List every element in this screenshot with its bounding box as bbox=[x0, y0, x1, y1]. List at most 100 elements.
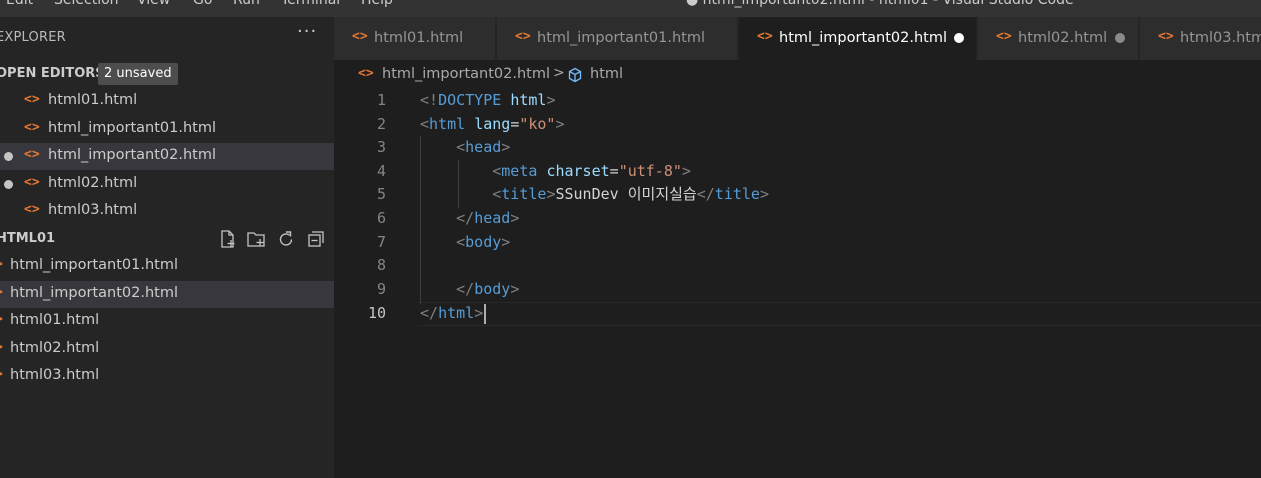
open-editors-header[interactable]: OPEN EDITORS 2 unsaved bbox=[0, 61, 334, 87]
html-file-icon: <> bbox=[996, 29, 1012, 44]
file-tree-label: html01.html bbox=[10, 312, 100, 328]
file-tree-item[interactable]: > html01.html bbox=[0, 308, 334, 335]
code-line: <html lang="ko"> bbox=[420, 115, 565, 133]
collapse-all-icon[interactable] bbox=[306, 229, 326, 249]
html-file-icon: <> bbox=[757, 29, 773, 44]
line-number: 5 bbox=[376, 185, 386, 203]
html-file-icon: <> bbox=[24, 92, 40, 107]
menu-run[interactable]: Run bbox=[233, 0, 260, 8]
menu-selection[interactable]: Selection bbox=[54, 0, 119, 8]
file-tree-label: html02.html bbox=[10, 340, 100, 356]
tab-label: html_important02.html bbox=[779, 30, 948, 46]
html-file-icon: > bbox=[0, 257, 3, 272]
code-line: <head> bbox=[456, 138, 511, 156]
code-line: <meta charset="utf-8"> bbox=[492, 162, 691, 180]
menu-help[interactable]: Help bbox=[361, 0, 393, 8]
tab-html01[interactable]: <> html01.html bbox=[334, 17, 496, 60]
code-line: </head> bbox=[456, 209, 520, 227]
tab-html-important02[interactable]: <> html_important02.html bbox=[739, 17, 977, 60]
menu-bar: Edit Selection View Go Run Terminal Help… bbox=[0, 0, 1261, 17]
breadcrumb: <> html_important02.html > html bbox=[334, 60, 1261, 88]
line-number: 6 bbox=[376, 209, 386, 227]
open-editors-title: OPEN EDITORS bbox=[0, 66, 105, 81]
open-editor-label: html03.html bbox=[48, 202, 138, 218]
tab-html-important01[interactable]: <> html_important01.html bbox=[497, 17, 738, 60]
folder-title: HTML01 bbox=[0, 231, 56, 246]
html-file-icon: <> bbox=[358, 66, 374, 81]
file-tree-label: html_important02.html bbox=[10, 285, 179, 301]
breadcrumb-element[interactable]: html bbox=[590, 66, 623, 82]
code-line: </html> bbox=[420, 301, 487, 325]
menu-terminal[interactable]: Terminal bbox=[281, 0, 340, 8]
unsaved-dot-icon[interactable] bbox=[954, 33, 964, 43]
line-number: 9 bbox=[376, 280, 386, 298]
html-file-icon: > bbox=[0, 340, 3, 355]
code-line: </body> bbox=[456, 280, 520, 298]
open-editor-label: html02.html bbox=[48, 175, 138, 191]
line-number: 2 bbox=[376, 115, 386, 133]
html-file-icon: <> bbox=[24, 175, 40, 190]
folder-header[interactable]: HTML01 bbox=[0, 226, 334, 252]
open-editor-item[interactable]: <> html03.html bbox=[0, 198, 334, 225]
html-file-icon: <> bbox=[24, 147, 40, 162]
unsaved-badge: 2 unsaved bbox=[98, 63, 178, 85]
tab-label: html_important01.html bbox=[537, 30, 706, 46]
html-file-icon: <> bbox=[24, 202, 40, 217]
html-file-icon: > bbox=[0, 367, 3, 382]
menu-edit[interactable]: Edit bbox=[6, 0, 33, 8]
open-editor-item[interactable]: <> html_important02.html bbox=[0, 143, 334, 170]
file-tree-label: html03.html bbox=[10, 367, 100, 383]
current-line-highlight bbox=[418, 302, 1261, 326]
symbol-element-icon bbox=[567, 67, 583, 83]
html-file-icon: <> bbox=[515, 29, 531, 44]
file-tree-item[interactable]: > html03.html bbox=[0, 363, 334, 390]
tab-html02[interactable]: <> html02.html bbox=[978, 17, 1139, 60]
editor-tab-bar: <> html01.html <> html_important01.html … bbox=[334, 17, 1261, 60]
window-title: ● html_important02.html - html01 - Visua… bbox=[686, 0, 1074, 8]
html-file-icon: > bbox=[0, 312, 3, 327]
unsaved-dot-icon[interactable] bbox=[4, 180, 13, 189]
line-number: 7 bbox=[376, 233, 386, 251]
line-number: 3 bbox=[376, 138, 386, 156]
file-tree-item[interactable]: > html_important01.html bbox=[0, 253, 334, 280]
code-line: <title>SSunDev 이미지실습</title> bbox=[492, 185, 769, 203]
open-editor-item[interactable]: <> html01.html bbox=[0, 88, 334, 115]
line-number: 8 bbox=[376, 256, 386, 274]
unsaved-dot-icon[interactable] bbox=[4, 152, 13, 161]
html-file-icon: <> bbox=[352, 29, 368, 44]
line-number: 10 bbox=[367, 304, 386, 322]
file-tree-item[interactable]: > html02.html bbox=[0, 336, 334, 363]
menu-view[interactable]: View bbox=[137, 0, 170, 8]
explorer-sidebar: EXPLORER ··· OPEN EDITORS 2 unsaved <> h… bbox=[0, 17, 334, 478]
explorer-title: EXPLORER bbox=[0, 30, 66, 45]
tab-label: html01.html bbox=[374, 30, 464, 46]
open-editor-label: html_important01.html bbox=[48, 120, 217, 136]
breadcrumb-separator: > bbox=[553, 65, 565, 81]
open-editor-item[interactable]: <> html02.html bbox=[0, 171, 334, 198]
more-actions-icon[interactable]: ··· bbox=[297, 23, 317, 45]
menu-go[interactable]: Go bbox=[193, 0, 212, 8]
html-file-icon: <> bbox=[24, 120, 40, 135]
html-file-icon: <> bbox=[1158, 29, 1174, 44]
open-editor-label: html_important02.html bbox=[48, 147, 217, 163]
open-editor-item[interactable]: <> html_important01.html bbox=[0, 116, 334, 143]
refresh-icon[interactable] bbox=[276, 229, 296, 249]
unsaved-dot-icon[interactable] bbox=[1115, 33, 1125, 43]
open-editor-label: html01.html bbox=[48, 92, 138, 108]
html-file-icon: > bbox=[0, 285, 3, 300]
new-folder-icon[interactable] bbox=[246, 229, 266, 249]
tab-html03[interactable]: <> html03.htm bbox=[1140, 17, 1261, 60]
line-number: 4 bbox=[376, 162, 386, 180]
code-editor[interactable]: 1 2 3 4 5 6 7 8 9 10 <!DOCTYPE html> <ht… bbox=[334, 88, 1261, 478]
text-cursor bbox=[484, 303, 487, 324]
file-tree-item[interactable]: > html_important02.html bbox=[0, 281, 334, 308]
code-line: <body> bbox=[456, 233, 511, 251]
explorer-header: EXPLORER ··· bbox=[0, 17, 334, 59]
tab-label: html03.htm bbox=[1180, 30, 1261, 46]
tab-label: html02.html bbox=[1018, 30, 1108, 46]
file-tree-label: html_important01.html bbox=[10, 257, 179, 273]
breadcrumb-file[interactable]: html_important02.html bbox=[382, 66, 550, 82]
new-file-icon[interactable] bbox=[217, 229, 237, 249]
code-line: <!DOCTYPE html> bbox=[420, 91, 556, 109]
line-number: 1 bbox=[376, 91, 386, 109]
